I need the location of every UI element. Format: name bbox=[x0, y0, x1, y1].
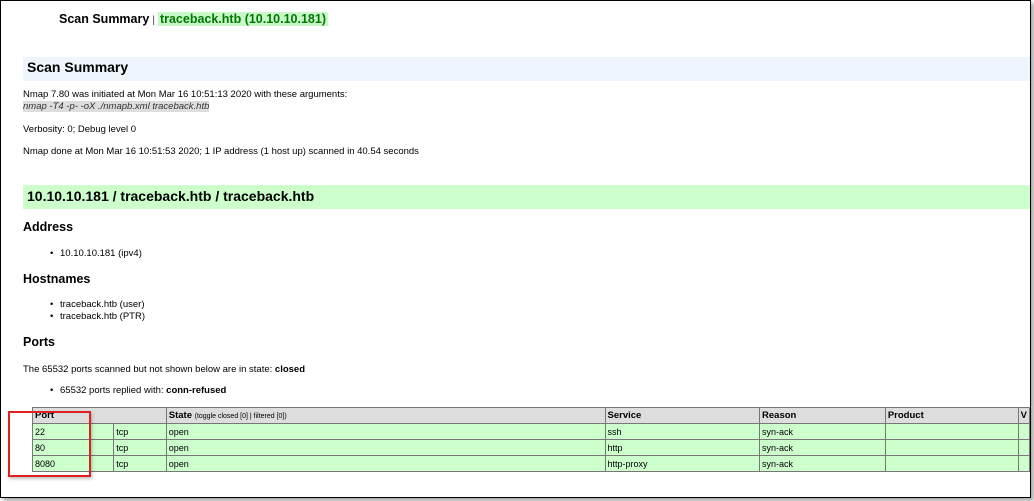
product-cell bbox=[884, 423, 1019, 440]
host-heading: 10.10.10.181 / traceback.htb / traceback… bbox=[27, 188, 315, 204]
hostname-item: • traceback.htb (user) bbox=[50, 299, 145, 310]
ports-heading: Ports bbox=[23, 335, 55, 349]
report-header: Scan Summary | traceback.htb (10.10.10.181… bbox=[59, 12, 329, 26]
product-cell bbox=[884, 439, 1019, 456]
address-heading: Address bbox=[23, 220, 74, 234]
reason-cell: syn-ack bbox=[759, 455, 886, 472]
state-cell: open bbox=[165, 423, 606, 440]
state-cell: open bbox=[165, 439, 606, 456]
col-header-port[interactable]: Port bbox=[32, 407, 167, 424]
scan-done-text: Nmap done at Mon Mar 16 10:51:53 2020; 1… bbox=[23, 146, 419, 157]
address-value: 10.10.10.181 (ipv4) bbox=[60, 248, 142, 259]
hostnames-heading: Hostnames bbox=[23, 272, 91, 286]
proto-cell: tcp bbox=[113, 439, 167, 456]
proto-cell: tcp bbox=[113, 455, 167, 472]
state-cell: open bbox=[165, 455, 606, 472]
closed-ports-prefix: The 65532 ports scanned but not shown be… bbox=[23, 364, 275, 375]
report-frame: Scan Summary | traceback.htb (10.10.10.181… bbox=[0, 0, 1031, 498]
port-cell: 8080 bbox=[31, 455, 115, 472]
hostname-item: • traceback.htb (PTR) bbox=[50, 311, 145, 322]
proto-cell: tcp bbox=[113, 423, 167, 440]
col-header-version[interactable]: V bbox=[1017, 407, 1030, 424]
reason-cell: syn-ack bbox=[759, 439, 886, 456]
hostname-value: traceback.htb (PTR) bbox=[60, 311, 145, 322]
table-row: 8080 tcp open http-proxy syn-ack bbox=[31, 455, 1030, 472]
version-cell bbox=[1017, 439, 1030, 456]
scan-initiated-text: Nmap 7.80 was initiated at Mon Mar 16 10… bbox=[23, 89, 348, 100]
ports-table-header-row: Port State (toggle closed [0] | filtered… bbox=[32, 407, 1030, 424]
col-header-product[interactable]: Product bbox=[884, 407, 1019, 424]
closed-ports-note: The 65532 ports scanned but not shown be… bbox=[23, 364, 305, 375]
ports-table: Port State (toggle closed [0] | filtered… bbox=[31, 407, 1030, 472]
scan-summary-band: Scan Summary bbox=[23, 57, 1030, 81]
col-header-service[interactable]: Service bbox=[604, 407, 761, 424]
col-header-state: State (toggle closed [0] | filtered [0]) bbox=[165, 407, 606, 424]
replied-prefix: 65532 ports replied with: bbox=[60, 385, 167, 396]
product-cell bbox=[884, 455, 1019, 472]
service-cell: http bbox=[604, 439, 761, 456]
state-label: State bbox=[168, 410, 192, 421]
hostname-value: traceback.htb (user) bbox=[60, 299, 145, 310]
scan-arguments-line: nmap -T4 -p- -oX ./nmapb.xml traceback.h… bbox=[23, 101, 210, 112]
header-title: Scan Summary bbox=[59, 12, 150, 26]
replied-item: • 65532 ports replied with: conn-refused bbox=[50, 385, 227, 396]
table-row: 22 tcp open ssh syn-ack bbox=[31, 423, 1030, 440]
header-target-link[interactable]: traceback.htb (10.10.10.181) bbox=[157, 12, 329, 26]
address-item: • 10.10.10.181 (ipv4) bbox=[50, 248, 142, 259]
reason-cell: syn-ack bbox=[759, 423, 886, 440]
verbosity-text: Verbosity: 0; Debug level 0 bbox=[23, 124, 137, 135]
table-row: 80 tcp open http syn-ack bbox=[31, 439, 1030, 456]
port-cell: 22 bbox=[31, 423, 115, 440]
scan-summary-heading: Scan Summary bbox=[27, 59, 129, 75]
replied-reason: conn-refused bbox=[166, 385, 227, 396]
closed-ports-state: closed bbox=[274, 364, 306, 375]
col-header-reason[interactable]: Reason bbox=[759, 407, 886, 424]
header-separator: | bbox=[152, 15, 155, 26]
port-cell: 80 bbox=[31, 439, 115, 456]
service-cell: ssh bbox=[604, 423, 761, 440]
scan-arguments: nmap -T4 -p- -oX ./nmapb.xml traceback.h… bbox=[23, 101, 210, 112]
version-cell bbox=[1017, 423, 1030, 440]
service-cell: http-proxy bbox=[604, 455, 761, 472]
version-cell bbox=[1017, 455, 1030, 472]
state-toggle-link[interactable]: (toggle closed [0] | filtered [0]) bbox=[195, 413, 287, 420]
host-band: 10.10.10.181 / traceback.htb / traceback… bbox=[23, 185, 1030, 209]
